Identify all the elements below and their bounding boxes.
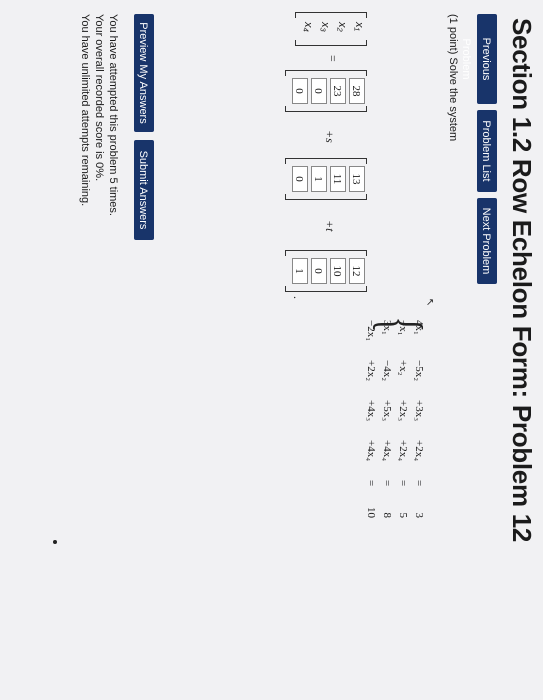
- equation-term: −4x₂: [381, 360, 393, 382]
- right-bracket: [285, 286, 367, 292]
- variable-label: x₁: [353, 22, 365, 31]
- equals-sign: =: [381, 480, 393, 487]
- answer-input[interactable]: 13: [349, 166, 365, 192]
- problem-prompt: (1 point) Solve the system: [447, 14, 459, 142]
- right-bracket: [295, 40, 367, 46]
- equation-term: +2x₃: [397, 400, 409, 422]
- attempts-status: You have attempted this problem 5 times.: [107, 14, 119, 216]
- answer-input[interactable]: 0: [292, 166, 308, 192]
- remaining-status: You have unlimited attempts remaining.: [79, 14, 91, 207]
- equation-term: +2x₄: [397, 440, 409, 462]
- equation-row: 3x₁ −4x₂ +5x₃ +4x₄ = 8: [379, 320, 395, 518]
- plus-s-label: +s: [323, 130, 337, 143]
- answer-input[interactable]: 1: [311, 166, 327, 192]
- score-status: Your overall recorded score is 0%.: [93, 14, 105, 182]
- equation-term: +4x₄: [381, 440, 393, 462]
- preview-answers-button[interactable]: Preview My Answers: [134, 14, 154, 132]
- left-bracket: [285, 250, 367, 256]
- submit-answers-button[interactable]: Submit Answers: [134, 140, 154, 240]
- equation-row: −2x₁ +2x₂ +4x₃ +4x₄ = 10: [363, 320, 379, 518]
- equation-row: −x₁ +x₂ +2x₃ +2x₄ = 5: [395, 320, 411, 518]
- answer-input[interactable]: 10: [330, 258, 346, 284]
- previous-problem-button[interactable]: Previous Problem: [460, 14, 497, 104]
- equation-term: +x₂: [397, 360, 409, 376]
- equation-rhs: 3: [413, 512, 425, 519]
- variable-label: x₄: [302, 22, 314, 32]
- answer-input[interactable]: 11: [330, 166, 346, 192]
- equation-term: −5x₂: [413, 360, 425, 382]
- page-title: Section 1.2 Row Echelon Form: Problem 12: [507, 18, 537, 543]
- equals-sign: =: [326, 55, 340, 62]
- equation-term: +3x₃: [413, 400, 425, 422]
- answer-input[interactable]: 1: [292, 258, 308, 284]
- variable-label: x₃: [319, 22, 331, 32]
- problem-list-button[interactable]: Problem List: [477, 110, 497, 192]
- equation-rhs: 8: [381, 512, 393, 519]
- equation-term: +4x₃: [365, 400, 377, 422]
- answer-input[interactable]: 23: [330, 78, 346, 104]
- equation-rhs: 5: [397, 512, 409, 519]
- plus-t-label: +t: [323, 220, 337, 232]
- decorative-dot: [53, 540, 57, 544]
- equation-term: +2x₂: [365, 360, 377, 382]
- equation-row: 4x₁ −5x₂ +3x₃ +2x₄ = 3: [411, 320, 427, 518]
- left-brace: {: [368, 316, 434, 333]
- answer-input[interactable]: 0: [292, 78, 308, 104]
- equals-sign: =: [365, 480, 377, 487]
- equation-term: +2x₄: [413, 440, 425, 462]
- right-bracket: [285, 106, 367, 112]
- equation-term: +5x₃: [381, 400, 393, 422]
- webwork-page: Section 1.2 Row Echelon Form: Problem 12…: [0, 0, 543, 700]
- equation-term: +4x₄: [365, 440, 377, 462]
- next-problem-button[interactable]: Next Problem: [477, 198, 497, 284]
- mouse-cursor-icon: ↖: [424, 298, 435, 307]
- answer-input[interactable]: 28: [349, 78, 365, 104]
- left-bracket: [285, 70, 367, 76]
- equals-sign: =: [413, 480, 425, 487]
- left-bracket: [285, 158, 367, 164]
- answer-input[interactable]: 12: [349, 258, 365, 284]
- equation-system: { 4x₁ −5x₂ +3x₃ +2x₄ = 3 −x₁ +x₂ +2x₃ +2…: [363, 316, 434, 518]
- equals-sign: =: [397, 480, 409, 487]
- answer-input[interactable]: 0: [311, 258, 327, 284]
- answer-input[interactable]: 0: [311, 78, 327, 104]
- left-bracket: [295, 12, 367, 18]
- period-mark: .: [291, 296, 305, 299]
- right-bracket: [285, 194, 367, 200]
- variable-label: x₂: [336, 22, 348, 32]
- equation-rhs: 10: [365, 507, 377, 518]
